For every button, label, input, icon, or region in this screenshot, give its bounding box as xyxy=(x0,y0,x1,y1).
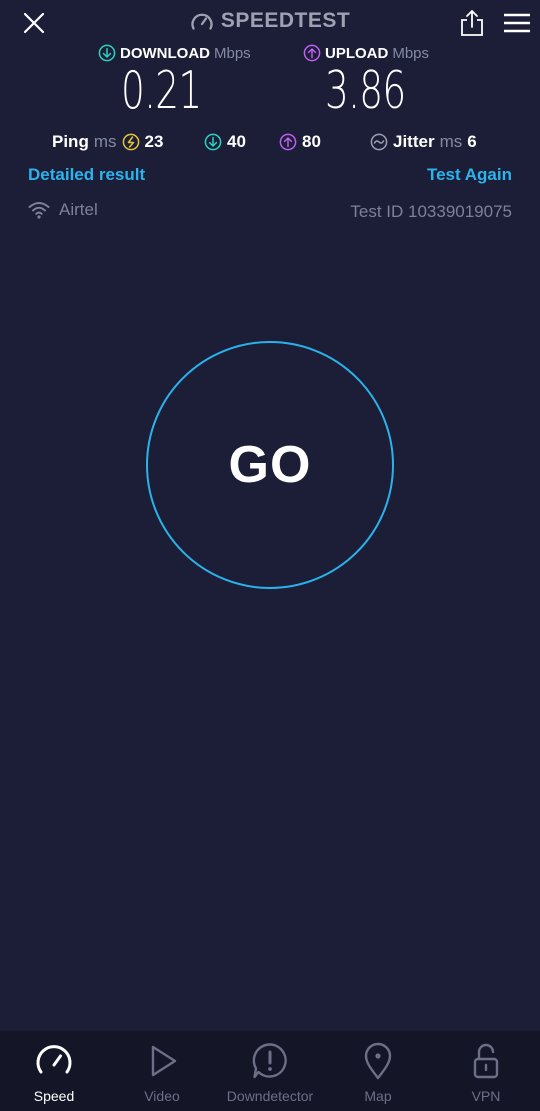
map-pin-icon xyxy=(364,1042,392,1080)
nav-item-speed[interactable]: Speed xyxy=(0,1031,108,1111)
wifi-icon xyxy=(28,202,50,219)
provider-name: Airtel xyxy=(59,200,98,219)
nav-item-video[interactable]: Video xyxy=(108,1031,216,1111)
app-title-text: SPEEDTEST xyxy=(220,9,351,32)
ping-upload: 80 xyxy=(279,132,321,152)
ping-download-icon xyxy=(204,133,222,151)
ping-upload-value: 80 xyxy=(302,132,321,151)
go-label: GO xyxy=(228,436,312,494)
nav-label-downdetector: Downdetector xyxy=(226,1088,314,1104)
jitter: Jitter ms 6 xyxy=(370,132,477,152)
upload-label-group: UPLOAD Mbps xyxy=(303,44,429,62)
go-button[interactable]: GO xyxy=(146,341,394,589)
detailed-result-link[interactable]: Detailed result xyxy=(28,165,145,185)
latency-row: Ping ms 23 40 80 Jitter ms 6 xyxy=(0,132,540,154)
ping-download-value: 40 xyxy=(227,132,246,151)
hamburger-menu-icon[interactable] xyxy=(503,10,531,36)
provider-info: Airtel xyxy=(28,200,98,220)
test-id: Test ID 10339019075 xyxy=(350,202,512,221)
download-label-group: DOWNLOAD Mbps xyxy=(98,44,251,62)
nav-item-map[interactable]: Map xyxy=(324,1031,432,1111)
header: SPEEDTEST xyxy=(0,0,540,46)
speedometer-logo-icon xyxy=(191,13,213,30)
ping-idle-value: 23 xyxy=(144,132,164,151)
ping-upload-icon xyxy=(279,133,297,151)
nav-label-vpn: VPN xyxy=(471,1088,501,1104)
upload-unit: Mbps xyxy=(392,44,430,62)
speedtest-app: SPEEDTEST DOWNLOAD Mbps 0.21 UPLOAD Mbps… xyxy=(0,0,540,1111)
jitter-wave-icon xyxy=(370,133,388,151)
download-value: 0.21 xyxy=(121,61,202,121)
ping-idle: Ping ms 23 xyxy=(52,132,163,152)
nav-item-vpn[interactable]: VPN xyxy=(432,1031,540,1111)
upload-label: UPLOAD xyxy=(325,44,389,62)
nav-label-video: Video xyxy=(144,1088,180,1104)
download-unit: Mbps xyxy=(214,44,251,62)
ping-idle-icon xyxy=(122,133,139,151)
ping-download: 40 xyxy=(204,132,246,152)
speedometer-icon xyxy=(36,1045,72,1074)
download-arrow-icon xyxy=(98,44,116,62)
nav-item-downdetector[interactable]: Downdetector xyxy=(216,1031,324,1111)
jitter-unit: ms xyxy=(439,132,463,151)
alert-icon xyxy=(252,1043,287,1079)
bottom-nav: Speed Video Downdetector Map VPN xyxy=(0,1031,540,1111)
ping-label: Ping xyxy=(52,132,89,151)
jitter-label: Jitter xyxy=(393,132,435,151)
upload-arrow-icon xyxy=(303,44,321,62)
jitter-value: 6 xyxy=(467,132,477,151)
ping-unit: ms xyxy=(93,132,117,151)
upload-value: 3.86 xyxy=(325,61,406,121)
nav-label-speed: Speed xyxy=(33,1088,75,1104)
play-icon xyxy=(151,1045,177,1077)
nav-label-map: Map xyxy=(364,1088,392,1104)
unlock-icon xyxy=(473,1043,499,1079)
download-label: DOWNLOAD xyxy=(120,44,210,62)
test-again-link[interactable]: Test Again xyxy=(427,165,512,185)
share-icon[interactable] xyxy=(458,8,486,38)
